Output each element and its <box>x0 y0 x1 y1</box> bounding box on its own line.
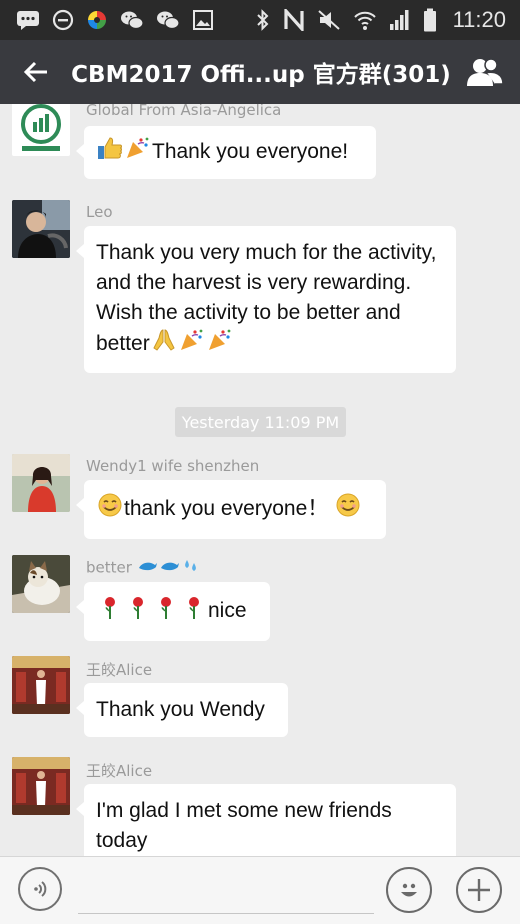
alice-avatar-icon <box>12 757 70 815</box>
party-popper-icon <box>207 328 233 361</box>
driver-avatar-icon <box>12 200 70 258</box>
status-bar-left <box>16 9 214 31</box>
message-text: thank you everyone！ <box>124 497 329 521</box>
wifi-icon <box>353 9 377 31</box>
cat-avatar-icon <box>12 555 70 613</box>
message-bubble[interactable]: Thank you very much for the activity, an… <box>76 226 456 373</box>
nfc-icon <box>283 9 305 31</box>
avatar[interactable] <box>12 454 70 512</box>
battery-icon <box>423 8 437 32</box>
sender-name: better <box>86 558 201 578</box>
group-members-button[interactable] <box>451 40 520 104</box>
message-text: Thank you Wendy <box>96 698 265 721</box>
chat-header: CBM2017 Offi...up 官方群(301) <box>0 40 520 104</box>
mute-icon <box>317 9 341 31</box>
dolphin-icon <box>160 559 180 577</box>
avatar[interactable] <box>12 104 70 156</box>
chat-area[interactable]: Global From Asia-Angelica Thank you ever… <box>0 104 520 856</box>
sender-name: Leo <box>86 203 113 221</box>
back-arrow-icon <box>23 61 47 83</box>
photos-icon <box>86 9 108 31</box>
message-text: I'm glad I met some new friends today <box>96 799 392 852</box>
status-bar: 11:20 <box>0 0 520 40</box>
sender-name: 王皎Alice <box>86 661 153 679</box>
smiling-face-icon <box>335 492 361 527</box>
bluetooth-icon <box>255 8 271 32</box>
sender-name: Wendy1 wife shenzhen <box>86 457 260 475</box>
alice-avatar-icon <box>12 656 70 714</box>
avatar[interactable] <box>12 200 70 258</box>
status-time: 11:20 <box>452 7 506 32</box>
sender-name: 王皎Alice <box>86 762 153 780</box>
more-button[interactable] <box>456 867 502 913</box>
message-text: nice <box>208 599 247 623</box>
signal-icon <box>389 9 411 31</box>
members-icon <box>467 58 505 86</box>
sender-name: Global From Asia-Angelica <box>86 104 282 119</box>
block-icon <box>52 9 74 31</box>
avatar[interactable] <box>12 656 70 714</box>
party-popper-icon <box>125 136 151 169</box>
logo-avatar-icon <box>21 104 61 151</box>
status-bar-right: 11:20 <box>255 7 506 33</box>
dolphin-icon <box>138 559 158 577</box>
message-bubble[interactable]: Thank you Wendy <box>76 683 288 737</box>
chat-title: CBM2017 Offi...up 官方群(301) <box>71 62 451 88</box>
message-bubble[interactable]: thank you everyone！ <box>76 480 386 539</box>
avatar[interactable] <box>12 757 70 815</box>
thumbs-up-icon <box>97 136 123 169</box>
wechat-icon <box>156 9 180 31</box>
rose-icon <box>125 594 151 629</box>
messages-icon <box>16 9 40 31</box>
back-button[interactable] <box>0 40 71 104</box>
droplets-icon <box>182 558 200 578</box>
sender-name-text: better <box>86 558 132 577</box>
emoji-icon <box>401 883 417 897</box>
party-popper-icon <box>179 328 205 361</box>
smiling-face-icon <box>97 492 123 527</box>
wechat-icon <box>120 9 144 31</box>
emoji-button[interactable] <box>386 867 432 913</box>
folded-hands-icon <box>151 328 177 361</box>
timestamp: Yesterday 11:09 PM <box>175 407 346 437</box>
voice-button[interactable] <box>18 867 62 911</box>
message-input[interactable] <box>78 871 374 914</box>
message-bubble[interactable]: nice <box>76 582 270 641</box>
rose-icon <box>181 594 207 629</box>
woman-avatar-icon <box>12 454 70 512</box>
message-bubble[interactable]: Thank you everyone! <box>76 126 376 179</box>
voice-icon <box>34 881 47 897</box>
gallery-icon <box>192 9 214 31</box>
plus-icon <box>468 879 490 901</box>
avatar[interactable] <box>12 555 70 613</box>
message-text: Thank you very much for the activity, an… <box>96 241 437 356</box>
input-bar <box>0 856 520 924</box>
rose-icon <box>153 594 179 629</box>
message-bubble[interactable]: I'm glad I met some new friends today <box>76 784 456 856</box>
message-text: Thank you everyone! <box>152 140 349 164</box>
rose-icon <box>97 594 123 629</box>
